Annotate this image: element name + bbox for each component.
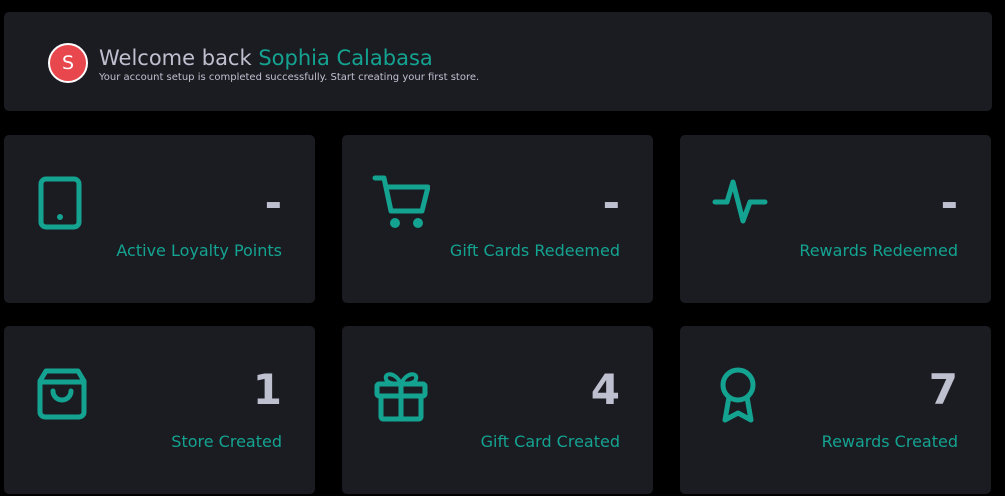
welcome-title: Welcome back Sophia Calabasa xyxy=(99,45,433,71)
stat-value: - xyxy=(602,178,620,227)
activity-icon xyxy=(712,175,768,225)
welcome-banner: S Welcome back Sophia Calabasa Your acco… xyxy=(4,12,992,111)
stat-label: Active Loyalty Points xyxy=(116,241,282,260)
avatar[interactable]: S xyxy=(48,43,88,83)
dashboard: S Welcome back Sophia Calabasa Your acco… xyxy=(0,0,1005,496)
welcome-user-name: Sophia Calabasa xyxy=(258,46,433,70)
stat-card-rewards-redeemed[interactable]: - Rewards Redeemed xyxy=(680,135,991,303)
welcome-subtitle: Your account setup is completed successf… xyxy=(99,72,480,83)
stat-card-gift-cards-redeemed[interactable]: - Gift Cards Redeemed xyxy=(342,135,653,303)
stat-label: Gift Cards Redeemed xyxy=(449,241,620,260)
gift-icon xyxy=(374,368,428,422)
stat-value: - xyxy=(940,178,958,227)
stat-label: Store Created xyxy=(171,432,282,451)
stat-card-active-loyalty-points[interactable]: - Active Loyalty Points xyxy=(4,135,315,303)
stat-label: Rewards Created xyxy=(821,432,958,451)
stat-value: 1 xyxy=(252,365,282,414)
stat-value: 7 xyxy=(928,365,958,414)
shopping-bag-icon xyxy=(36,368,88,420)
stat-value: - xyxy=(264,178,282,227)
award-icon xyxy=(716,366,760,424)
stat-value: 4 xyxy=(590,365,620,414)
stat-card-store-created[interactable]: 1 Store Created xyxy=(4,326,315,494)
stat-card-rewards-created[interactable]: 7 Rewards Created xyxy=(680,326,991,494)
tablet-icon xyxy=(36,175,84,231)
stat-label: Gift Card Created xyxy=(480,432,620,451)
stat-card-gift-card-created[interactable]: 4 Gift Card Created xyxy=(342,326,653,494)
cart-icon xyxy=(372,173,430,231)
welcome-greeting: Welcome back xyxy=(99,46,252,70)
stat-label: Rewards Redeemed xyxy=(799,241,958,260)
